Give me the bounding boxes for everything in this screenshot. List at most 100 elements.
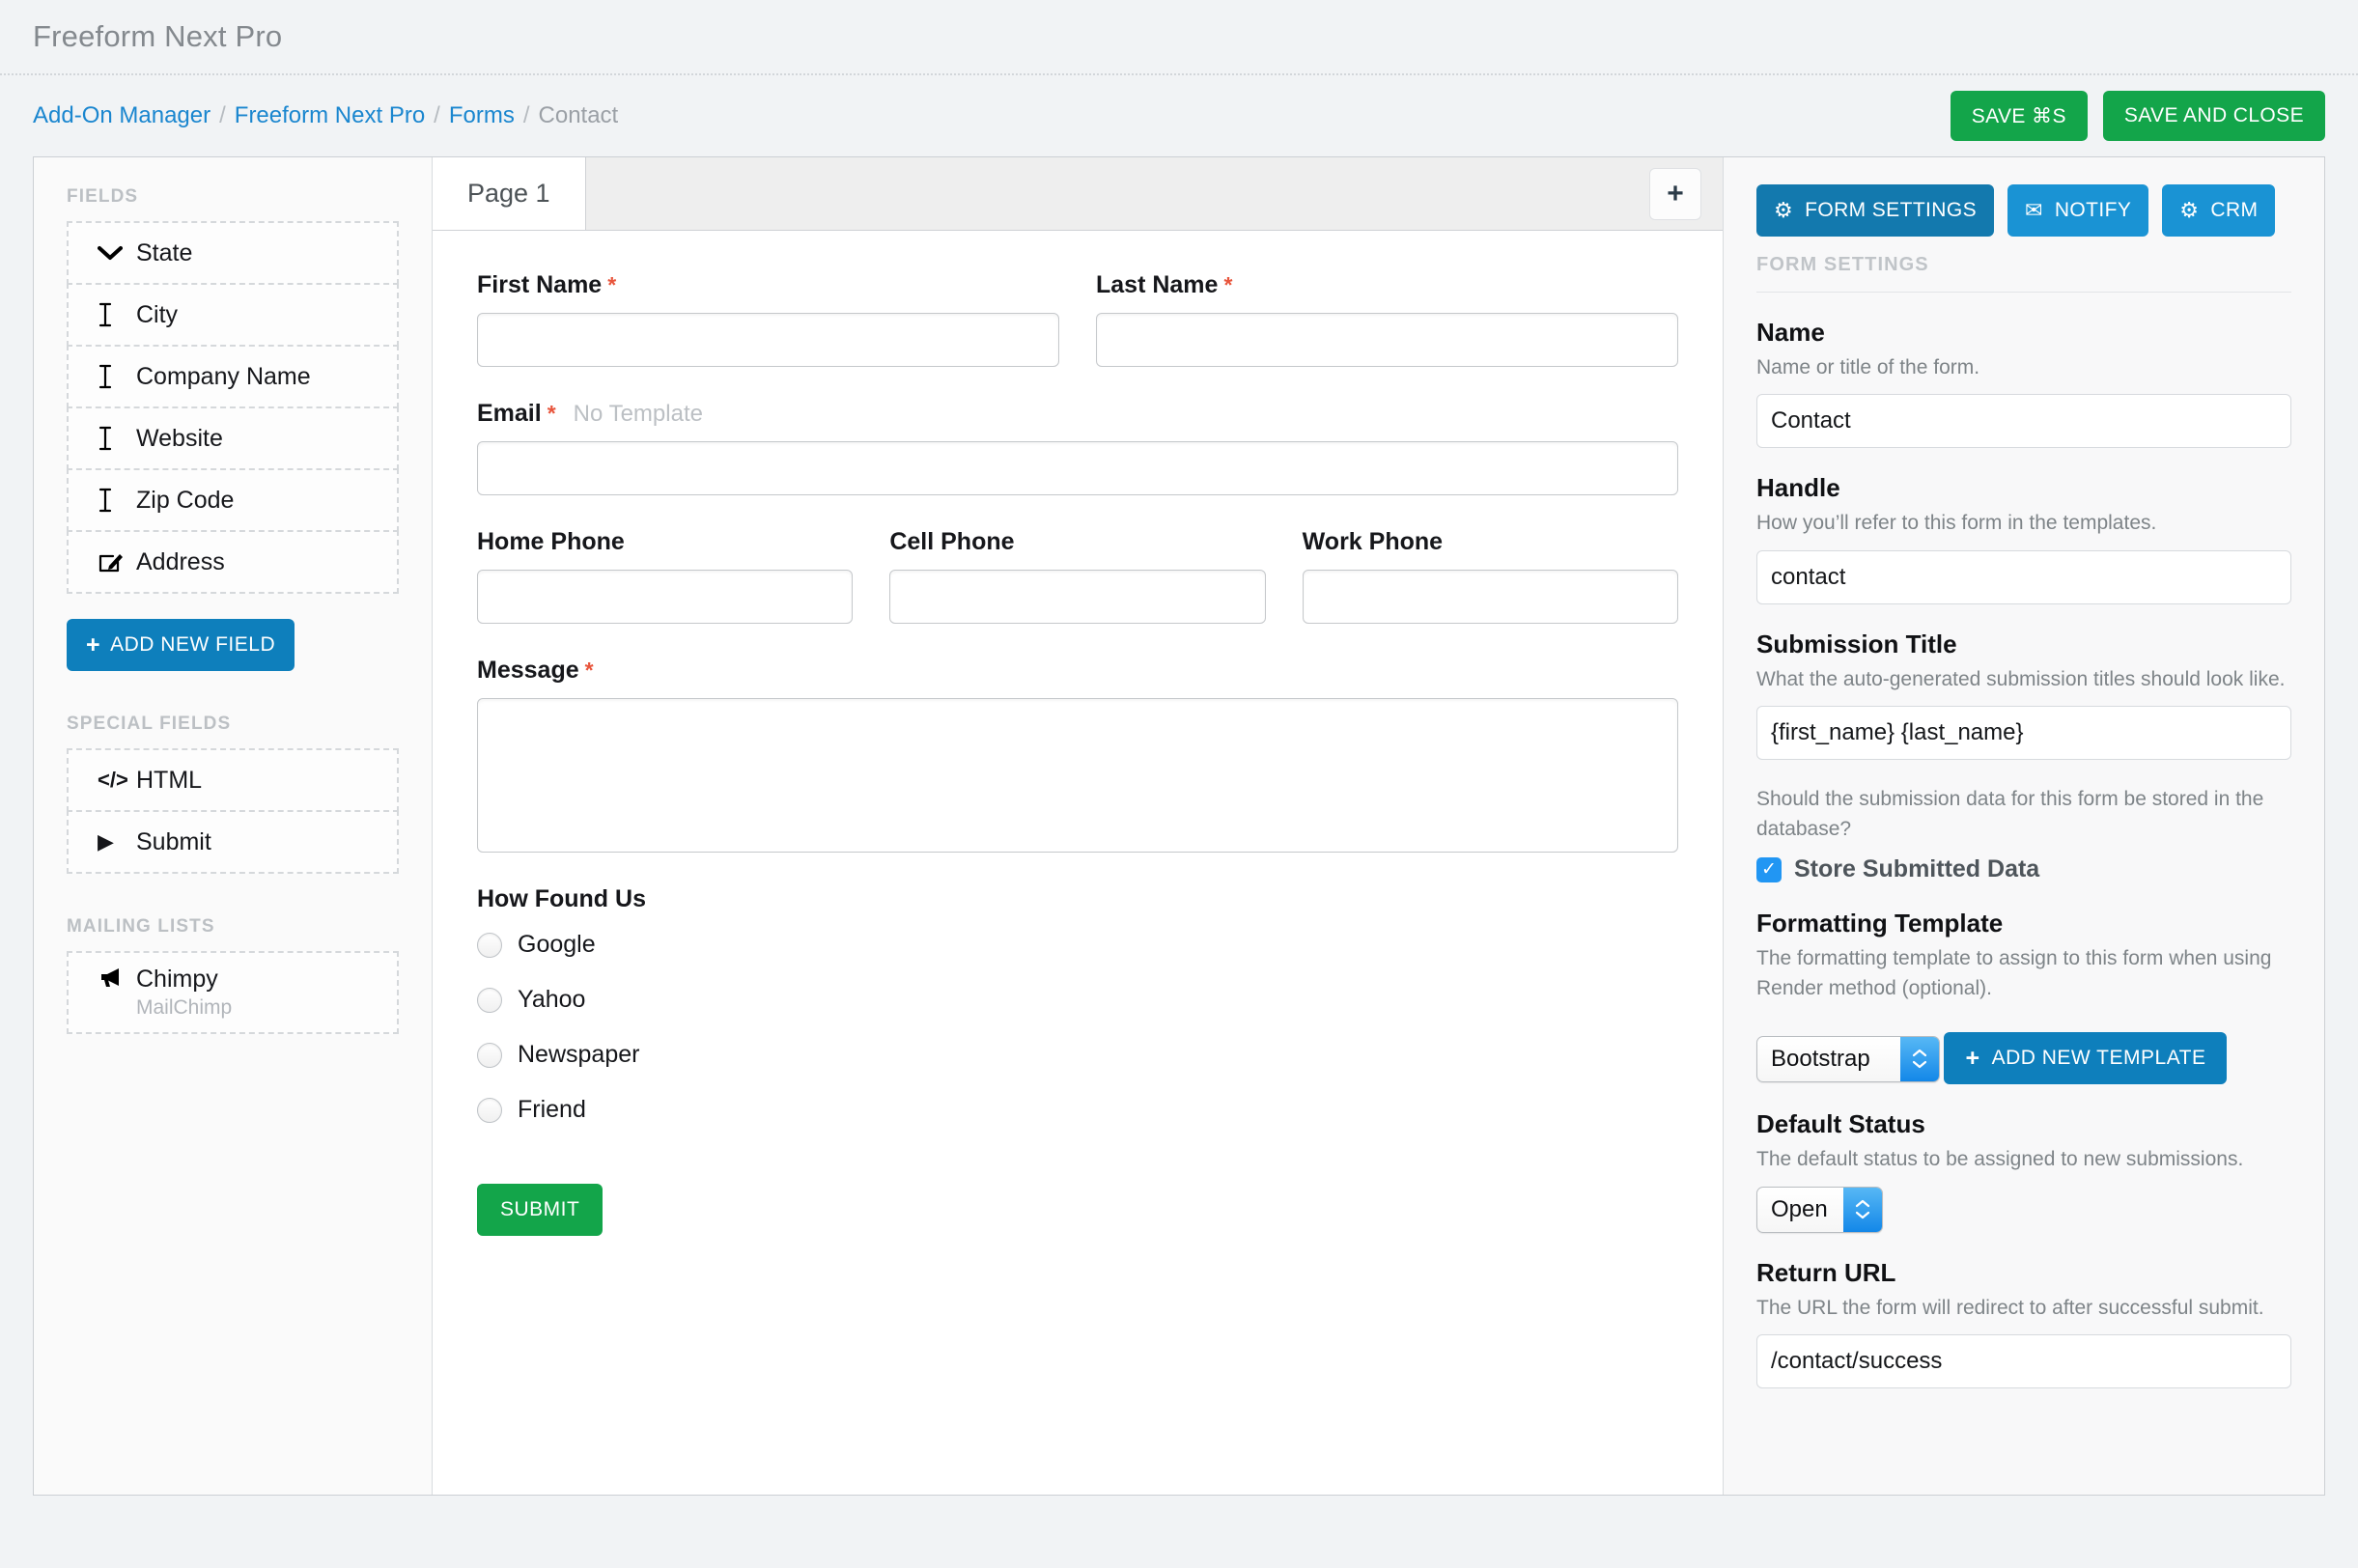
tab-crm[interactable]: ⚙ CRM [2162,184,2276,237]
breadcrumb-item-freeform-next-pro[interactable]: Freeform Next Pro [235,102,425,129]
radio-circle-icon[interactable] [477,1097,502,1123]
setting-return-url-heading: Return URL [1756,1257,1896,1287]
settings-panel: ⚙ FORM SETTINGS ✉ NOTIFY ⚙ CRM FORM SETT… [1724,157,2324,1495]
form-field-work-phone[interactable]: Work Phone [1302,528,1678,624]
field-chip-label: Company Name [136,362,311,390]
form-field-first-name[interactable]: First Name * [477,271,1059,367]
field-chip-label: City [136,300,179,328]
required-asterisk: * [547,401,556,426]
chevron-updown-icon[interactable] [1900,1036,1939,1081]
radio-option-label: Yahoo [518,986,586,1013]
special-field-chip-label: Submit [136,827,211,855]
radio-option-friend[interactable]: Friend [477,1096,1678,1124]
required-asterisk: * [584,658,594,683]
setting-name: Name Name or title of the form. [1756,318,2291,449]
special-field-chip-html[interactable]: </> HTML [67,748,399,812]
form-field-home-phone[interactable]: Home Phone [477,528,854,624]
form-name-input[interactable] [1756,394,2291,449]
last-name-input[interactable] [1096,313,1678,367]
page-tabstrip: Page 1 + [433,157,1723,231]
field-chip-city[interactable]: City [67,283,399,347]
work-phone-input[interactable] [1302,570,1678,624]
store-submitted-data-checkbox[interactable]: ✓ [1756,856,1782,882]
mailing-lists-list: Chimpy MailChimp [67,951,399,1034]
field-chip-label: Address [136,547,225,575]
email-input[interactable] [477,441,1678,495]
code-icon: </> [98,768,128,792]
save-button[interactable]: SAVE ⌘S [1950,91,2088,141]
mailing-list-chip-text: Chimpy MailChimp [136,966,232,1020]
special-field-chip-submit[interactable]: ▶ Submit [67,810,399,874]
how-found-us-label: How Found Us [477,885,646,912]
form-field-cell-phone[interactable]: Cell Phone [889,528,1266,624]
radio-circle-icon[interactable] [477,987,502,1013]
radio-option-yahoo[interactable]: Yahoo [477,986,1678,1014]
field-chip-label: Website [136,424,223,452]
first-name-input[interactable] [477,313,1059,367]
breadcrumb-separator: / [434,102,440,128]
settings-panel-title: FORM SETTINGS [1756,254,2291,293]
field-chip-website[interactable]: Website [67,406,399,470]
message-textarea[interactable] [477,698,1678,853]
field-chip-zip-code[interactable]: Zip Code [67,468,399,532]
form-handle-input[interactable] [1756,549,2291,604]
tab-page-1[interactable]: Page 1 [433,157,586,230]
field-chip-label: Zip Code [136,486,235,514]
breadcrumb-item-forms[interactable]: Forms [449,102,515,129]
tab-crm-label: CRM [2210,199,2259,221]
store-submitted-data-row[interactable]: ✓ Store Submitted Data [1756,855,2291,883]
tab-notify-label: NOTIFY [2054,199,2132,221]
setting-name-description: Name or title of the form. [1756,356,1980,378]
form-field-email[interactable]: Email * No Template [477,400,1678,495]
form-field-last-name[interactable]: Last Name * [1096,271,1678,367]
add-new-field-wrap: + ADD NEW FIELD [67,619,399,671]
last-name-label-wrap: Last Name * [1096,271,1678,299]
envelope-icon: ✉ [2025,198,2043,222]
default-status-select[interactable]: Open [1756,1186,1883,1233]
fields-sidebar: FIELDS State City Company Name Website Z… [34,157,433,1495]
breadcrumb-item-add-on-manager[interactable]: Add-On Manager [33,102,211,129]
submission-title-input[interactable] [1756,706,2291,761]
breadcrumb-separator: / [219,102,226,128]
setting-handle-description: How you’ll refer to this form in the tem… [1756,512,2157,535]
email-template-note: No Template [573,401,703,427]
form-canvas: Page 1 + First Name * Last Name * Email … [433,157,1724,1495]
setting-store-data: Should the submission data for this form… [1756,785,2291,883]
home-phone-label: Home Phone [477,528,625,555]
text-cursor-icon [98,364,136,389]
add-new-field-button[interactable]: + ADD NEW FIELD [67,619,295,671]
tab-form-settings[interactable]: ⚙ FORM SETTINGS [1756,184,1994,237]
plus-icon: + [1965,1044,1980,1072]
save-and-close-button[interactable]: SAVE AND CLOSE [2102,91,2325,141]
row-email: Email * No Template [477,400,1678,495]
mailing-lists-heading: MAILING LISTS [67,916,215,937]
radio-circle-icon[interactable] [477,1042,502,1068]
mailing-list-chip-chimpy[interactable]: Chimpy MailChimp [67,951,399,1034]
field-chip-address[interactable]: Address [67,530,399,594]
form-field-how-found-us: How Found Us Google Yahoo Newspaper Frie… [477,885,1678,1151]
radio-circle-icon[interactable] [477,932,502,958]
radio-option-google[interactable]: Google [477,931,1678,959]
field-chip-state[interactable]: State [67,221,399,285]
cell-phone-input[interactable] [889,570,1266,624]
formatting-template-select[interactable]: Bootstrap [1756,1035,1940,1082]
add-new-template-button[interactable]: + ADD NEW TEMPLATE [1944,1032,2228,1085]
add-page-button[interactable]: + [1649,167,1701,220]
field-chip-label: State [136,238,193,266]
settings-segment-buttons: ⚙ FORM SETTINGS ✉ NOTIFY ⚙ CRM [1756,184,2291,237]
field-chip-company-name[interactable]: Company Name [67,345,399,408]
home-phone-input[interactable] [477,570,854,624]
tab-form-settings-label: FORM SETTINGS [1805,199,1977,221]
return-url-input[interactable] [1756,1333,2291,1388]
radio-option-newspaper[interactable]: Newspaper [477,1041,1678,1069]
setting-submission-title-heading: Submission Title [1756,629,1957,658]
tab-notify[interactable]: ✉ NOTIFY [2007,184,2149,237]
setting-formatting-template-heading: Formatting Template [1756,909,2004,938]
form-field-message[interactable]: Message * [477,657,1678,853]
default-status-value: Open [1771,1195,1828,1222]
form-submit-button[interactable]: SUBMIT [477,1184,604,1236]
fields-list: State City Company Name Website Zip Code… [67,221,399,594]
chevron-updown-icon[interactable] [1842,1187,1882,1232]
required-asterisk: * [1223,272,1233,297]
radio-option-label: Google [518,931,596,958]
